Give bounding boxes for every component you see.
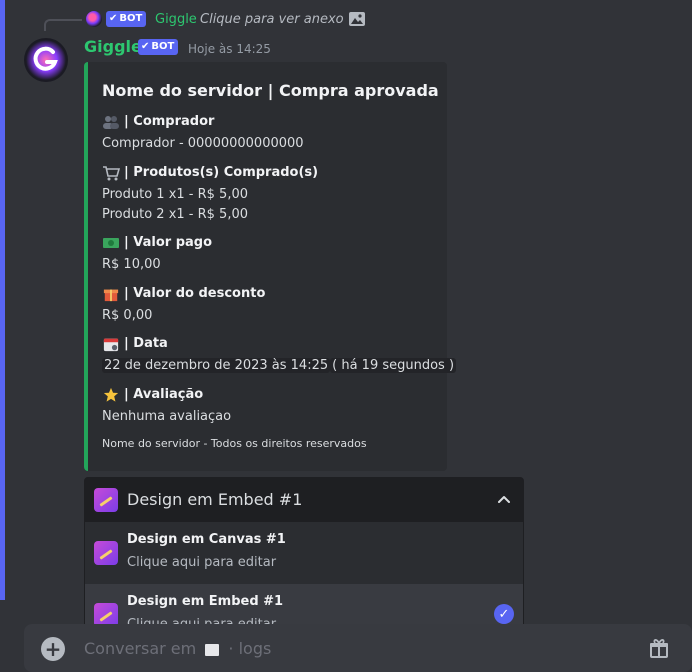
field-produtos: | Produtos(s) Comprado(s) Produto 1 x1 -… xyxy=(102,164,318,225)
field-valor-pago: | Valor pago R$ 10,00 xyxy=(102,234,212,275)
reply-avatar[interactable] xyxy=(86,11,102,27)
field-value: Produto 1 x1 - R$ 5,00 xyxy=(102,187,249,202)
field-name: | Valor pago xyxy=(124,235,213,250)
field-value: Comprador - 00000000000000 xyxy=(102,136,304,151)
gift-icon xyxy=(103,289,119,302)
field-value: Produto 2 x1 - R$ 5,00 xyxy=(102,207,249,222)
selected-value: Design em Embed #1 xyxy=(127,490,303,509)
field-name: | Avaliação xyxy=(124,387,204,402)
relative-time: ( há 19 segundos ) xyxy=(330,358,457,373)
reply-preview-text[interactable]: Clique para ver anexo xyxy=(200,11,344,29)
embed-title: Nome do servidor | Compra aprovada xyxy=(102,81,439,100)
reply-connector xyxy=(44,19,82,31)
field-desconto: | Valor do desconto R$ 0,00 xyxy=(102,285,265,326)
embed-footer: Nome do servidor - Todos os direitos res… xyxy=(102,437,367,450)
giggle-logo-icon xyxy=(26,40,66,80)
cart-icon xyxy=(103,166,120,181)
bot-badge: ✔ BOT xyxy=(138,39,179,55)
money-icon xyxy=(103,238,119,248)
check-icon: ✓ xyxy=(494,604,514,624)
option-description: Clique aqui para editar xyxy=(127,555,277,570)
field-name: | Produtos(s) Comprado(s) xyxy=(124,165,319,180)
date-timestamp: 22 de dezembro de 2023 às 14:25 xyxy=(102,358,331,373)
calendar-icon xyxy=(103,338,119,352)
field-value: R$ 10,00 xyxy=(102,257,161,272)
field-avaliacao: | Avaliação Nenhuma avaliaçao xyxy=(102,386,231,427)
reply-bot-badge: ✔ BOT xyxy=(106,11,147,27)
field-name: | Data xyxy=(124,336,168,351)
star-icon xyxy=(103,387,119,402)
palette-icon xyxy=(94,488,118,512)
field-value: R$ 0,00 xyxy=(102,308,153,323)
palette-icon xyxy=(94,541,118,565)
field-value: Nenhuma avaliaçao xyxy=(102,409,232,424)
check-icon: ✔ xyxy=(109,13,118,24)
option-label: Design em Canvas #1 xyxy=(127,532,286,547)
field-data: | Data 22 de dezembro de 2023 às 14:25( … xyxy=(102,335,457,376)
image-icon xyxy=(349,12,365,26)
message-timestamp[interactable]: Hoje às 14:25 xyxy=(188,41,271,57)
plus-icon[interactable]: + xyxy=(41,637,65,661)
author-name[interactable]: Giggle xyxy=(84,37,142,57)
check-icon: ✔ xyxy=(141,41,150,52)
message-highlight-bar xyxy=(0,0,5,600)
option-label: Design em Embed #1 xyxy=(127,594,284,609)
reply-author-name[interactable]: Giggle xyxy=(155,11,197,29)
field-name: | Comprador xyxy=(124,114,215,129)
field-name: | Valor do desconto xyxy=(124,286,266,301)
design-select-menu[interactable]: Design em Embed #1 Design em Canvas #1 C… xyxy=(84,477,524,646)
chevron-up-icon[interactable] xyxy=(496,492,512,508)
channel-icon xyxy=(205,643,220,656)
select-header[interactable]: Design em Embed #1 xyxy=(85,478,523,522)
composer-placeholder[interactable]: Conversar em · logs xyxy=(84,639,271,659)
avatar[interactable] xyxy=(24,38,68,82)
field-comprador: | Comprador Comprador - 00000000000000 xyxy=(102,113,304,154)
people-icon xyxy=(103,116,119,129)
gift-icon[interactable] xyxy=(648,637,670,659)
select-option-canvas[interactable]: Design em Canvas #1 Clique aqui para edi… xyxy=(85,522,523,584)
